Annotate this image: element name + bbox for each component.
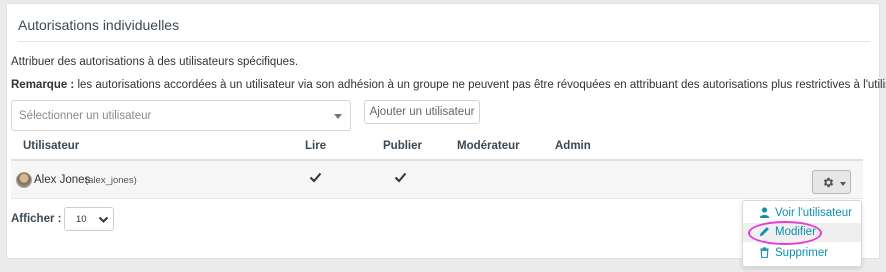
menu-item-delete[interactable]: Supprimer xyxy=(743,244,861,263)
chevron-down-icon xyxy=(98,216,109,223)
row-actions-button[interactable] xyxy=(812,170,851,194)
highlight-ellipse xyxy=(748,221,822,245)
page-size-label: Afficher : xyxy=(11,213,62,225)
user-name: Alex Jones xyxy=(34,174,91,186)
intro-text: Attribuer des autorisations à des utilis… xyxy=(11,56,299,68)
add-user-button[interactable]: Ajouter un utilisateur xyxy=(364,100,480,124)
column-header-admin: Admin xyxy=(555,140,591,152)
menu-item-view-user[interactable]: Voir l'utilisateur xyxy=(743,204,861,223)
table-row xyxy=(11,161,863,198)
trash-icon xyxy=(760,247,769,258)
remark-body: les autorisations accordées à un utilisa… xyxy=(74,79,886,91)
user-select-placeholder: Sélectionner un utilisateur xyxy=(19,110,152,122)
column-header-moderator: Modérateur xyxy=(457,140,520,152)
table-row-divider xyxy=(11,198,863,199)
user-handle: (alex_jones) xyxy=(85,175,137,186)
title-divider xyxy=(18,41,870,42)
read-check-icon xyxy=(309,172,322,183)
chevron-down-icon xyxy=(334,114,342,119)
page-size-select[interactable]: 10 xyxy=(64,207,114,231)
column-header-publish: Publier xyxy=(383,140,422,152)
column-header-read: Lire xyxy=(305,140,327,152)
column-header-user: Utilisateur xyxy=(23,140,80,152)
remark-label: Remarque : xyxy=(11,79,75,91)
gear-icon xyxy=(823,177,834,188)
publish-check-icon xyxy=(394,172,407,183)
menu-item-label: Supprimer xyxy=(775,247,829,259)
page-size-value: 10 xyxy=(76,214,87,225)
user-select[interactable]: Sélectionner un utilisateur xyxy=(11,100,351,131)
panel-title: Autorisations individuelles xyxy=(18,17,180,33)
avatar xyxy=(16,172,32,188)
user-icon xyxy=(759,207,770,218)
remark-text: Remarque : les autorisations accordées à… xyxy=(11,79,886,91)
caret-down-icon xyxy=(840,182,846,186)
menu-item-label: Voir l'utilisateur xyxy=(775,207,852,219)
